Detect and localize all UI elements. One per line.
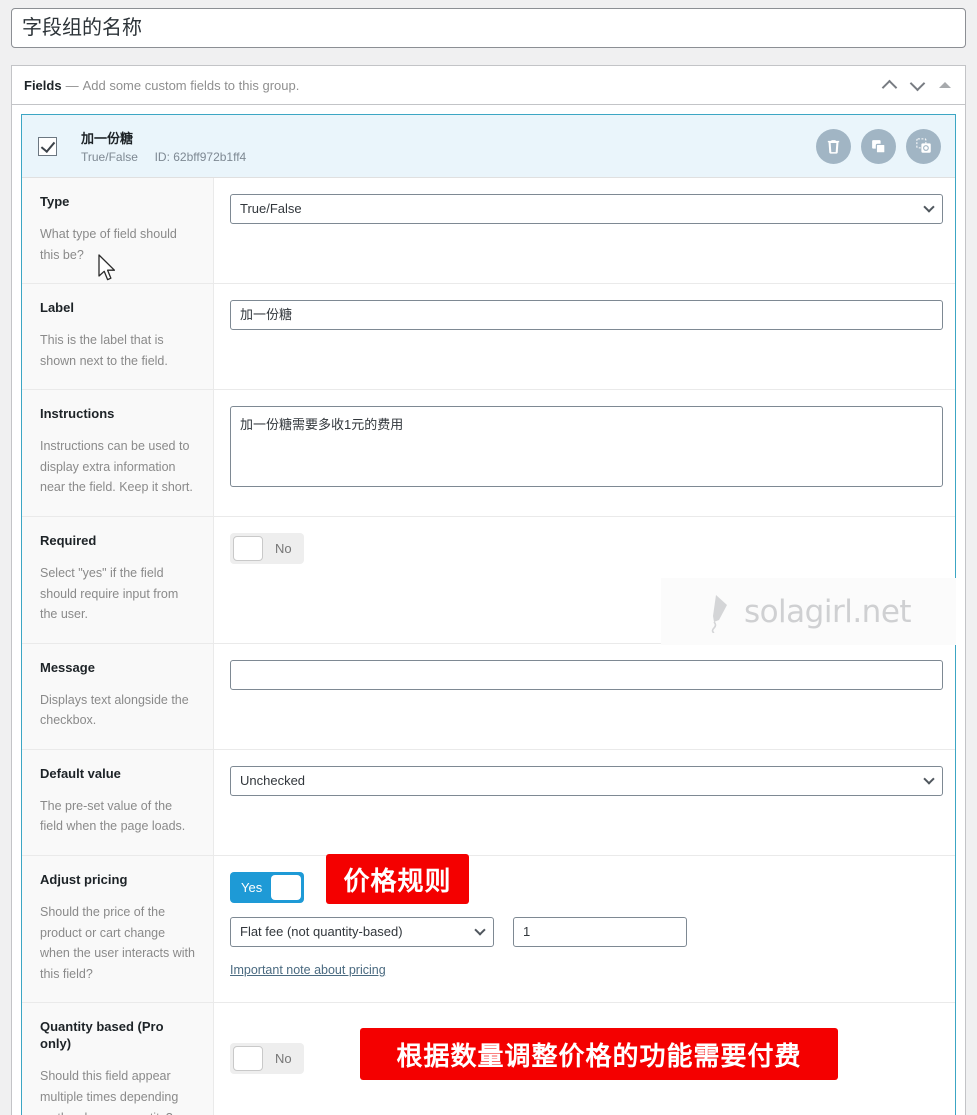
- setting-body-adjust-pricing: Yes 价格规则 Flat fee (not quantity-based) 1: [214, 854, 955, 1002]
- pricing-fee-type-value: Flat fee (not quantity-based): [240, 924, 403, 940]
- page-root: 字段组的名称 Fields — Add some custom fields t…: [0, 0, 977, 1115]
- setting-label-adjust-pricing: Adjust pricing Should the price of the p…: [22, 856, 214, 1003]
- field-group-title-input[interactable]: 字段组的名称: [11, 8, 966, 48]
- setting-title: Required: [40, 533, 97, 549]
- adjust-pricing-toggle-row: Yes 价格规则: [230, 854, 939, 905]
- setting-description: What type of field should this be?: [40, 226, 177, 262]
- pricing-controls-row: Flat fee (not quantity-based) 1: [230, 917, 939, 948]
- toggle-knob: [233, 536, 263, 562]
- setting-title: Adjust pricing: [40, 872, 128, 888]
- checkbox-checked-icon[interactable]: [38, 136, 57, 156]
- setting-description: This is the label that is shown next to …: [40, 333, 168, 368]
- setting-row-type: Type What type of field should this be? …: [22, 178, 955, 285]
- setting-label-quantity-based: Quantity based (Pro only) Should this fi…: [22, 1003, 214, 1115]
- move-down-button[interactable]: [903, 71, 931, 99]
- move-field-button[interactable]: [906, 128, 941, 164]
- annotation-pricing-rule: 价格规则: [326, 854, 469, 905]
- metabox-header-actions: [875, 71, 955, 99]
- default-value-select[interactable]: Unchecked: [230, 765, 943, 796]
- setting-label-message: Message Displays text alongside the chec…: [22, 643, 214, 749]
- adjust-pricing-toggle[interactable]: Yes: [230, 872, 304, 904]
- field-label-input[interactable]: 加一份糖: [230, 300, 943, 331]
- required-toggle[interactable]: No: [230, 533, 304, 565]
- field-id-label: ID: 62bff972b1ff4: [154, 150, 247, 164]
- chevron-down-icon: [909, 75, 925, 91]
- metabox-heading-dash: —: [65, 77, 79, 93]
- triangle-up-icon[interactable]: [939, 82, 951, 88]
- chevron-down-icon: [923, 201, 935, 213]
- quantity-based-toggle[interactable]: No: [230, 1043, 304, 1075]
- chevron-up-icon: [881, 79, 897, 95]
- field-settings: Type What type of field should this be? …: [22, 177, 955, 1115]
- field-meta: True/False ID: 62bff972b1ff4: [81, 150, 246, 164]
- setting-description: Select "yes" if the field should require…: [40, 565, 179, 622]
- toggle-state-label: No: [275, 1051, 292, 1067]
- field-card-titles: 加一份糖 True/False ID: 62bff972b1ff4: [81, 128, 246, 164]
- important-note-about-pricing-link[interactable]: Important note about pricing: [230, 963, 386, 977]
- setting-title: Message: [40, 659, 95, 675]
- setting-row-message: Message Displays text alongside the chec…: [22, 643, 955, 750]
- toggle-knob: [271, 875, 302, 901]
- field-message-input[interactable]: [230, 659, 943, 690]
- setting-description: Displays text alongside the checkbox.: [40, 692, 189, 728]
- field-name: 加一份糖: [81, 131, 134, 146]
- field-type-select[interactable]: True/False: [230, 194, 943, 224]
- setting-title: Type: [40, 194, 70, 209]
- title-area: 字段组的名称: [0, 0, 977, 48]
- trash-icon: [827, 139, 840, 154]
- setting-label-default-value: Default value The pre-set value of the f…: [22, 749, 214, 856]
- setting-description: Should the price of the product or cart …: [40, 904, 195, 981]
- pen-icon: [711, 594, 727, 633]
- setting-label-type: Type What type of field should this be?: [22, 178, 214, 284]
- duplicate-field-button[interactable]: [861, 128, 896, 164]
- setting-description: The pre-set value of the field when the …: [40, 798, 186, 834]
- move-to-group-icon: [915, 138, 931, 153]
- metabox-heading-description: Add some custom fields to this group.: [82, 77, 300, 93]
- setting-description: Should this field appear multiple times …: [40, 1069, 179, 1115]
- delete-field-button[interactable]: [816, 128, 851, 164]
- pricing-fee-type-select[interactable]: Flat fee (not quantity-based): [230, 917, 494, 948]
- move-up-button[interactable]: [875, 71, 903, 99]
- field-card-actions: [816, 128, 941, 164]
- setting-row-quantity-based: Quantity based (Pro only) Should this fi…: [22, 1003, 955, 1115]
- setting-title: Default value: [40, 765, 121, 781]
- setting-body-message: [214, 644, 959, 749]
- pricing-note-wrap: Important note about pricing: [230, 961, 939, 979]
- setting-body-default-value: Unchecked: [214, 750, 959, 855]
- toggle-knob: [233, 1046, 263, 1072]
- setting-body-type: True/False: [214, 178, 959, 283]
- setting-body-instructions: 加一份糖需要多收1元的费用: [214, 390, 959, 516]
- field-type-value: True/False: [240, 201, 302, 216]
- pricing-amount-input[interactable]: 1: [513, 917, 687, 948]
- field-card-header[interactable]: 加一份糖 True/False ID: 62bff972b1ff4: [22, 115, 955, 177]
- chevron-down-icon: [923, 773, 935, 785]
- setting-row-default-value: Default value The pre-set value of the f…: [22, 749, 955, 857]
- copy-icon: [872, 139, 886, 153]
- setting-title: Instructions: [40, 406, 115, 422]
- field-instructions-textarea[interactable]: 加一份糖需要多收1元的费用: [230, 406, 943, 488]
- setting-body-label: 加一份糖: [214, 284, 959, 389]
- watermark: solagirl.net: [661, 578, 956, 645]
- setting-row-adjust-pricing: Adjust pricing Should the price of the p…: [22, 854, 955, 1004]
- setting-row-instructions: Instructions Instructions can be used to…: [22, 390, 955, 518]
- chevron-down-icon: [474, 924, 486, 936]
- metabox-heading: Fields: [24, 77, 62, 93]
- setting-description: Instructions can be used to display extr…: [40, 439, 193, 495]
- annotation-quantity-pro: 根据数量调整价格的功能需要付费: [360, 1028, 838, 1081]
- setting-body-quantity-based: No 根据数量调整价格的功能需要付费: [214, 1003, 955, 1115]
- field-type-label: True/False: [81, 150, 138, 164]
- setting-label-instructions: Instructions Instructions can be used to…: [22, 390, 214, 517]
- setting-title: Label: [40, 300, 74, 316]
- setting-label-label: Label This is the label that is shown ne…: [22, 284, 214, 390]
- default-value-text: Unchecked: [240, 772, 306, 788]
- metabox-header: Fields — Add some custom fields to this …: [12, 66, 965, 105]
- watermark-text: solagirl.net: [743, 593, 912, 630]
- setting-row-label: Label This is the label that is shown ne…: [22, 284, 955, 391]
- toggle-state-label: No: [275, 541, 292, 557]
- setting-label-required: Required Select "yes" if the field shoul…: [22, 517, 214, 643]
- setting-title: Quantity based (Pro only): [40, 1019, 164, 1052]
- toggle-state-label: Yes: [241, 880, 263, 896]
